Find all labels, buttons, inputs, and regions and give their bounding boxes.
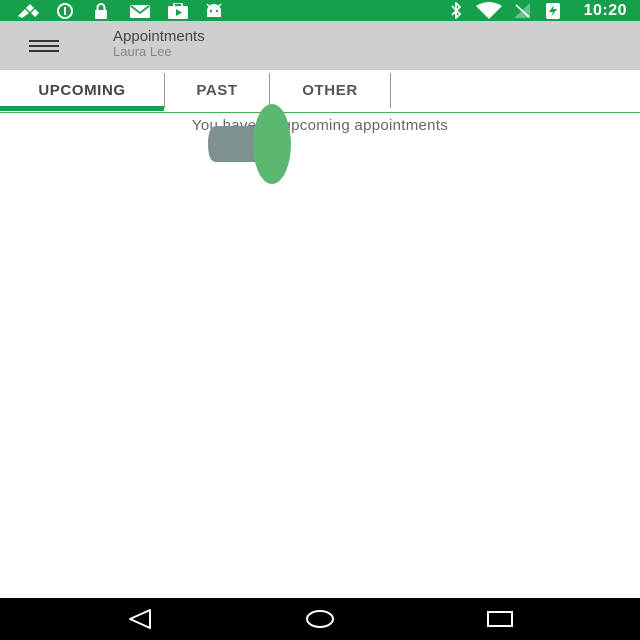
mail-icon xyxy=(128,2,152,19)
battery-charging-icon xyxy=(544,2,562,19)
tab-upcoming[interactable]: UPCOMING xyxy=(0,70,164,110)
page-subtitle: Laura Lee xyxy=(113,44,172,59)
status-time: 10:20 xyxy=(583,2,627,19)
android-icon xyxy=(204,2,224,19)
app-bar: Appointments Laura Lee xyxy=(0,21,640,70)
bluetooth-icon xyxy=(448,2,464,19)
recents-icon[interactable] xyxy=(480,604,520,634)
hamburger-menu-icon[interactable] xyxy=(22,30,66,62)
no-signal-icon xyxy=(512,2,532,19)
info-icon xyxy=(56,2,74,19)
system-nav-bar xyxy=(0,598,640,640)
lock-icon xyxy=(92,2,110,19)
satellite-icon xyxy=(14,2,42,19)
tab-divider xyxy=(390,73,391,108)
back-icon[interactable] xyxy=(120,604,160,634)
wifi-icon xyxy=(474,2,504,19)
status-bar: 10:20 xyxy=(0,0,640,21)
cylinder-overlay-icon[interactable] xyxy=(208,104,292,184)
empty-state-message: You have no upcoming appointments xyxy=(191,117,449,134)
tab-indicator xyxy=(0,106,164,111)
home-icon[interactable] xyxy=(300,604,340,634)
tab-bar: UPCOMING PAST OTHER xyxy=(0,70,640,113)
play-store-icon xyxy=(166,2,190,19)
page-title: Appointments xyxy=(113,28,205,45)
